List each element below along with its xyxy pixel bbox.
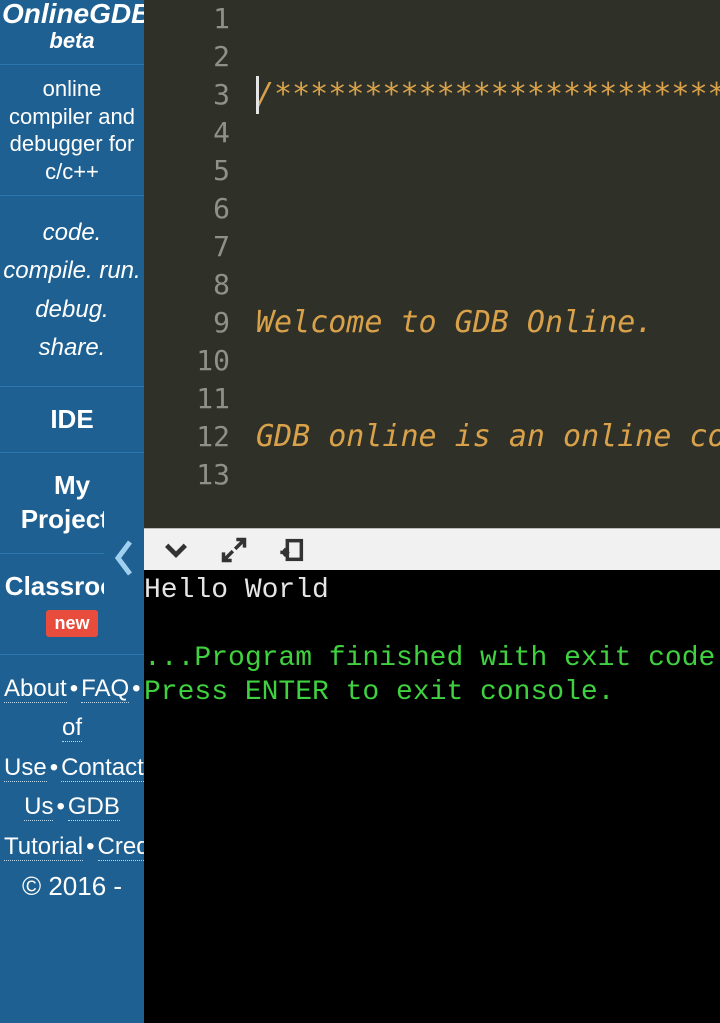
console-panel: input Hello World ...Program finished wi… <box>144 528 720 1023</box>
line-number: 8 <box>144 266 230 304</box>
line-number: 4 <box>144 114 230 152</box>
console-line: ...Program finished with exit code 0 <box>144 643 720 674</box>
console-header: input <box>144 528 720 570</box>
line-number: 12 <box>144 418 230 456</box>
line-number: 6 <box>144 190 230 228</box>
brand-beta: beta <box>2 28 142 54</box>
nav-ide[interactable]: IDE <box>0 387 144 454</box>
code-content[interactable]: /***************************************… <box>256 0 720 528</box>
brand: OnlineGDB beta <box>0 0 144 65</box>
line-number: 5 <box>144 152 230 190</box>
console-output[interactable]: Hello World ...Program finished with exi… <box>144 570 720 1023</box>
expand-icon[interactable] <box>220 536 248 564</box>
line-number: 3 <box>144 76 230 114</box>
sidebar-collapse-handle[interactable] <box>104 498 144 618</box>
line-number: 1 <box>144 0 230 38</box>
line-number: 13 <box>144 456 230 494</box>
code-editor[interactable]: 1 2 3 4 5 6 7 8 9 10 11 12 13 /*********… <box>144 0 720 528</box>
footer-links: About•FAQ•Blog•Terms of Use•Contact Us•G… <box>0 655 144 867</box>
cursor <box>256 76 259 114</box>
brand-title: OnlineGDB <box>2 0 142 28</box>
line-number: 11 <box>144 380 230 418</box>
code-token-comment: GDB online is an online compiler and deb… <box>256 419 720 454</box>
chevron-down-icon[interactable] <box>162 536 190 564</box>
console-line: Press ENTER to exit console. <box>144 677 614 708</box>
line-number: 10 <box>144 342 230 380</box>
console-tab-label: input <box>324 536 720 564</box>
tagline: code. compile. run. debug. share. <box>0 196 144 387</box>
brand-description: online compiler and debugger for c/c++ <box>0 65 144 196</box>
link-about[interactable]: About <box>4 675 67 703</box>
line-number: 7 <box>144 228 230 266</box>
copyright: © 2016 - <box>0 867 144 902</box>
console-line: Hello World <box>144 575 329 606</box>
new-badge: new <box>46 610 97 637</box>
code-token-comment: Welcome to GDB Online. <box>256 305 653 340</box>
main-area: 1 2 3 4 5 6 7 8 9 10 11 12 13 /*********… <box>144 0 720 1023</box>
line-number: 2 <box>144 38 230 76</box>
code-token-comment: /***************************************… <box>256 77 720 112</box>
line-gutter: 1 2 3 4 5 6 7 8 9 10 11 12 13 <box>144 0 256 528</box>
link-faq[interactable]: FAQ <box>81 675 129 703</box>
copy-icon[interactable] <box>278 536 306 564</box>
line-number: 9 <box>144 304 230 342</box>
